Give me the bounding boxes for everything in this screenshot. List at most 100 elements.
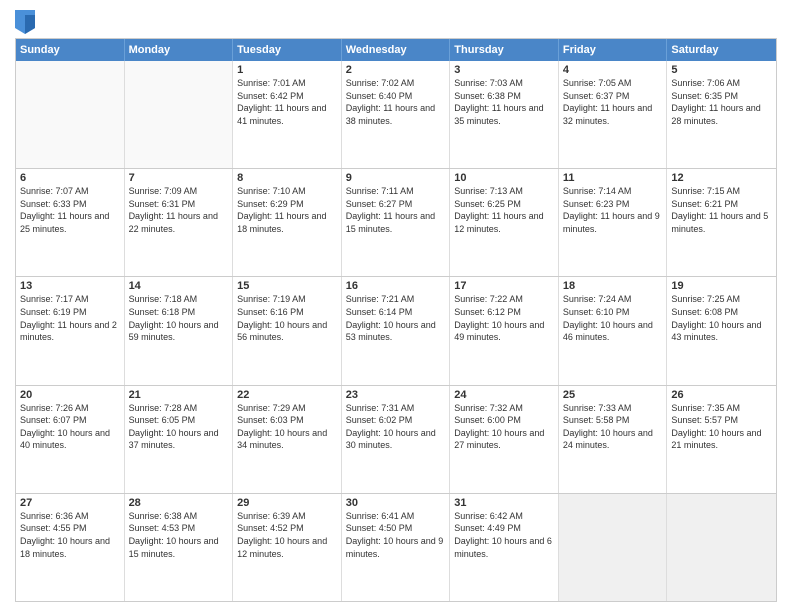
day-info: Sunrise: 7:32 AM Sunset: 6:00 PM Dayligh… (454, 402, 554, 452)
day-info: Sunrise: 7:03 AM Sunset: 6:38 PM Dayligh… (454, 77, 554, 127)
day-number: 29 (237, 497, 337, 509)
day-info: Sunrise: 7:05 AM Sunset: 6:37 PM Dayligh… (563, 77, 663, 127)
day-number: 9 (346, 172, 446, 184)
header-cell-thursday: Thursday (450, 39, 559, 61)
header-cell-tuesday: Tuesday (233, 39, 342, 61)
week-row-4: 20Sunrise: 7:26 AM Sunset: 6:07 PM Dayli… (16, 386, 776, 494)
day-number: 30 (346, 497, 446, 509)
day-info: Sunrise: 7:02 AM Sunset: 6:40 PM Dayligh… (346, 77, 446, 127)
week-row-2: 6Sunrise: 7:07 AM Sunset: 6:33 PM Daylig… (16, 169, 776, 277)
day-cell-30: 30Sunrise: 6:41 AM Sunset: 4:50 PM Dayli… (342, 494, 451, 601)
day-info: Sunrise: 7:29 AM Sunset: 6:03 PM Dayligh… (237, 402, 337, 452)
week-row-3: 13Sunrise: 7:17 AM Sunset: 6:19 PM Dayli… (16, 277, 776, 385)
day-cell-6: 6Sunrise: 7:07 AM Sunset: 6:33 PM Daylig… (16, 169, 125, 276)
logo-icon (15, 10, 35, 34)
day-cell-14: 14Sunrise: 7:18 AM Sunset: 6:18 PM Dayli… (125, 277, 234, 384)
header-cell-friday: Friday (559, 39, 668, 61)
empty-cell (667, 494, 776, 601)
day-number: 21 (129, 389, 229, 401)
header (15, 10, 777, 34)
day-info: Sunrise: 7:07 AM Sunset: 6:33 PM Dayligh… (20, 185, 120, 235)
day-cell-20: 20Sunrise: 7:26 AM Sunset: 6:07 PM Dayli… (16, 386, 125, 493)
day-info: Sunrise: 7:35 AM Sunset: 5:57 PM Dayligh… (671, 402, 772, 452)
day-number: 15 (237, 280, 337, 292)
day-number: 10 (454, 172, 554, 184)
day-info: Sunrise: 7:06 AM Sunset: 6:35 PM Dayligh… (671, 77, 772, 127)
day-info: Sunrise: 7:25 AM Sunset: 6:08 PM Dayligh… (671, 293, 772, 343)
week-row-5: 27Sunrise: 6:36 AM Sunset: 4:55 PM Dayli… (16, 494, 776, 601)
calendar: SundayMondayTuesdayWednesdayThursdayFrid… (15, 38, 777, 602)
day-cell-15: 15Sunrise: 7:19 AM Sunset: 6:16 PM Dayli… (233, 277, 342, 384)
day-info: Sunrise: 6:42 AM Sunset: 4:49 PM Dayligh… (454, 510, 554, 560)
day-info: Sunrise: 7:09 AM Sunset: 6:31 PM Dayligh… (129, 185, 229, 235)
day-info: Sunrise: 7:13 AM Sunset: 6:25 PM Dayligh… (454, 185, 554, 235)
empty-cell (125, 61, 234, 168)
header-cell-monday: Monday (125, 39, 234, 61)
day-info: Sunrise: 6:41 AM Sunset: 4:50 PM Dayligh… (346, 510, 446, 560)
day-number: 18 (563, 280, 663, 292)
day-cell-12: 12Sunrise: 7:15 AM Sunset: 6:21 PM Dayli… (667, 169, 776, 276)
logo (15, 10, 39, 34)
header-cell-wednesday: Wednesday (342, 39, 451, 61)
day-number: 4 (563, 64, 663, 76)
day-number: 13 (20, 280, 120, 292)
day-number: 11 (563, 172, 663, 184)
day-number: 31 (454, 497, 554, 509)
day-info: Sunrise: 7:14 AM Sunset: 6:23 PM Dayligh… (563, 185, 663, 235)
day-info: Sunrise: 7:15 AM Sunset: 6:21 PM Dayligh… (671, 185, 772, 235)
day-cell-16: 16Sunrise: 7:21 AM Sunset: 6:14 PM Dayli… (342, 277, 451, 384)
day-info: Sunrise: 7:28 AM Sunset: 6:05 PM Dayligh… (129, 402, 229, 452)
day-number: 12 (671, 172, 772, 184)
empty-cell (16, 61, 125, 168)
day-cell-25: 25Sunrise: 7:33 AM Sunset: 5:58 PM Dayli… (559, 386, 668, 493)
day-info: Sunrise: 7:17 AM Sunset: 6:19 PM Dayligh… (20, 293, 120, 343)
day-info: Sunrise: 7:22 AM Sunset: 6:12 PM Dayligh… (454, 293, 554, 343)
day-number: 23 (346, 389, 446, 401)
day-number: 14 (129, 280, 229, 292)
day-cell-17: 17Sunrise: 7:22 AM Sunset: 6:12 PM Dayli… (450, 277, 559, 384)
day-number: 26 (671, 389, 772, 401)
day-cell-11: 11Sunrise: 7:14 AM Sunset: 6:23 PM Dayli… (559, 169, 668, 276)
day-info: Sunrise: 6:36 AM Sunset: 4:55 PM Dayligh… (20, 510, 120, 560)
day-number: 25 (563, 389, 663, 401)
day-number: 6 (20, 172, 120, 184)
day-cell-23: 23Sunrise: 7:31 AM Sunset: 6:02 PM Dayli… (342, 386, 451, 493)
header-cell-sunday: Sunday (16, 39, 125, 61)
day-cell-9: 9Sunrise: 7:11 AM Sunset: 6:27 PM Daylig… (342, 169, 451, 276)
day-number: 19 (671, 280, 772, 292)
day-number: 16 (346, 280, 446, 292)
calendar-body: 1Sunrise: 7:01 AM Sunset: 6:42 PM Daylig… (16, 61, 776, 601)
day-cell-8: 8Sunrise: 7:10 AM Sunset: 6:29 PM Daylig… (233, 169, 342, 276)
day-info: Sunrise: 7:10 AM Sunset: 6:29 PM Dayligh… (237, 185, 337, 235)
day-number: 22 (237, 389, 337, 401)
day-cell-29: 29Sunrise: 6:39 AM Sunset: 4:52 PM Dayli… (233, 494, 342, 601)
page: SundayMondayTuesdayWednesdayThursdayFrid… (0, 0, 792, 612)
day-cell-27: 27Sunrise: 6:36 AM Sunset: 4:55 PM Dayli… (16, 494, 125, 601)
day-cell-4: 4Sunrise: 7:05 AM Sunset: 6:37 PM Daylig… (559, 61, 668, 168)
day-number: 24 (454, 389, 554, 401)
day-number: 1 (237, 64, 337, 76)
day-cell-21: 21Sunrise: 7:28 AM Sunset: 6:05 PM Dayli… (125, 386, 234, 493)
day-cell-13: 13Sunrise: 7:17 AM Sunset: 6:19 PM Dayli… (16, 277, 125, 384)
header-cell-saturday: Saturday (667, 39, 776, 61)
day-number: 2 (346, 64, 446, 76)
day-info: Sunrise: 7:11 AM Sunset: 6:27 PM Dayligh… (346, 185, 446, 235)
day-number: 20 (20, 389, 120, 401)
empty-cell (559, 494, 668, 601)
day-info: Sunrise: 7:31 AM Sunset: 6:02 PM Dayligh… (346, 402, 446, 452)
day-cell-19: 19Sunrise: 7:25 AM Sunset: 6:08 PM Dayli… (667, 277, 776, 384)
day-info: Sunrise: 7:33 AM Sunset: 5:58 PM Dayligh… (563, 402, 663, 452)
day-number: 5 (671, 64, 772, 76)
day-cell-31: 31Sunrise: 6:42 AM Sunset: 4:49 PM Dayli… (450, 494, 559, 601)
day-info: Sunrise: 7:26 AM Sunset: 6:07 PM Dayligh… (20, 402, 120, 452)
day-info: Sunrise: 7:21 AM Sunset: 6:14 PM Dayligh… (346, 293, 446, 343)
day-number: 27 (20, 497, 120, 509)
day-info: Sunrise: 6:39 AM Sunset: 4:52 PM Dayligh… (237, 510, 337, 560)
day-cell-5: 5Sunrise: 7:06 AM Sunset: 6:35 PM Daylig… (667, 61, 776, 168)
day-cell-18: 18Sunrise: 7:24 AM Sunset: 6:10 PM Dayli… (559, 277, 668, 384)
day-cell-10: 10Sunrise: 7:13 AM Sunset: 6:25 PM Dayli… (450, 169, 559, 276)
day-cell-1: 1Sunrise: 7:01 AM Sunset: 6:42 PM Daylig… (233, 61, 342, 168)
day-number: 28 (129, 497, 229, 509)
day-info: Sunrise: 7:01 AM Sunset: 6:42 PM Dayligh… (237, 77, 337, 127)
day-info: Sunrise: 7:19 AM Sunset: 6:16 PM Dayligh… (237, 293, 337, 343)
